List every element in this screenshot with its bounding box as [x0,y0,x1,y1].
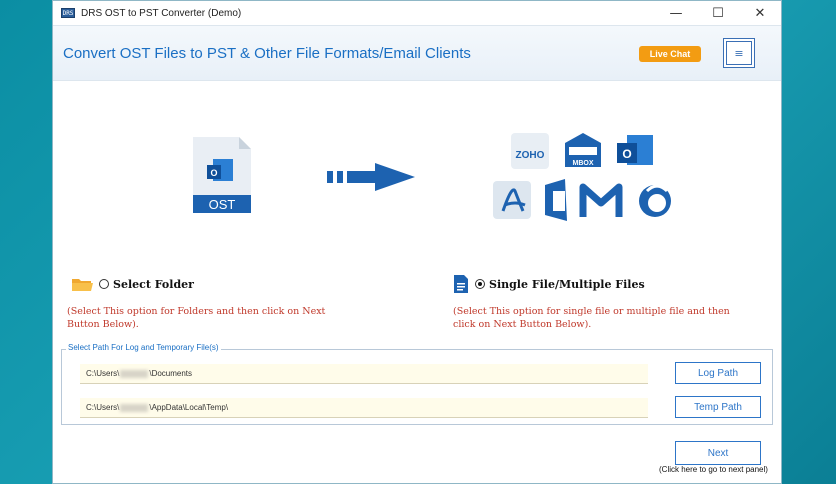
temp-path-suffix: \AppData\Local\Temp\ [149,403,229,412]
mbox-icon-text: MBOX [573,160,594,167]
temp-path-prefix: C:\Users\ [86,403,120,412]
mbox-icon: MBOX [565,133,601,167]
window-controls: — ☐ ✕ [655,1,781,25]
pdf-icon [493,181,531,219]
app-header: Convert OST Files to PST & Other File Fo… [53,25,781,81]
single-file-label: Single File/Multiple Files [489,277,645,291]
select-folder-description: (Select This option for Folders and then… [67,306,326,330]
ost-outlook-letter: O [210,168,217,178]
log-path-prefix: C:\Users\ [86,369,120,378]
conversion-illustration: OST O ZOHO MBOX O [193,133,671,221]
select-folder-radio[interactable] [99,279,109,289]
single-file-option[interactable]: Single File/Multiple Files [453,274,645,294]
gmail-icon [579,183,623,217]
path-settings-group: Select Path For Log and Temporary File(s… [61,343,773,425]
minimize-button[interactable]: — [655,1,697,25]
zoho-icon: ZOHO [511,133,549,169]
arrow-right-icon [327,163,415,191]
temp-path-button[interactable]: Temp Path [675,396,761,418]
office365-icon [545,179,567,221]
zoho-icon-text: ZOHO [516,150,545,161]
redacted-username [120,369,149,378]
select-folder-option[interactable]: Select Folder [71,276,194,292]
live-chat-button[interactable]: Live Chat [639,46,701,62]
redacted-username [120,403,149,412]
title-bar[interactable]: DRS DRS OST to PST Converter (Demo) — ☐ … [53,1,781,25]
close-button[interactable]: ✕ [739,1,781,25]
app-icon: DRS [61,8,75,18]
single-file-description: (Select This option for single file or m… [453,306,730,330]
temp-path-field[interactable]: C:\Users\ \AppData\Local\Temp\ [80,398,648,418]
menu-icon: ≡ [726,41,752,65]
app-window: DRS DRS OST to PST Converter (Demo) — ☐ … [52,0,782,484]
ost-file-label: OST [209,197,236,212]
select-folder-label: Select Folder [113,277,194,291]
log-path-field[interactable]: C:\Users\ \Documents [80,364,648,384]
outlook-icon-letter: O [622,147,631,161]
thunderbird-icon [639,184,671,217]
ost-file-icon: OST O [193,137,251,213]
next-button[interactable]: Next [675,441,761,465]
document-icon [454,275,468,293]
single-file-radio[interactable] [475,279,485,289]
page-title: Convert OST Files to PST & Other File Fo… [63,44,471,62]
path-settings-legend: Select Path For Log and Temporary File(s… [66,343,221,352]
outlook-icon: O [617,135,653,165]
next-hint: (Click here to go to next panel) [659,465,768,474]
folder-icon [72,279,93,291]
menu-button[interactable]: ≡ [723,38,755,68]
log-path-suffix: \Documents [149,369,193,378]
window-title: DRS OST to PST Converter (Demo) [81,7,242,19]
maximize-button[interactable]: ☐ [697,1,739,25]
log-path-button[interactable]: Log Path [675,362,761,384]
